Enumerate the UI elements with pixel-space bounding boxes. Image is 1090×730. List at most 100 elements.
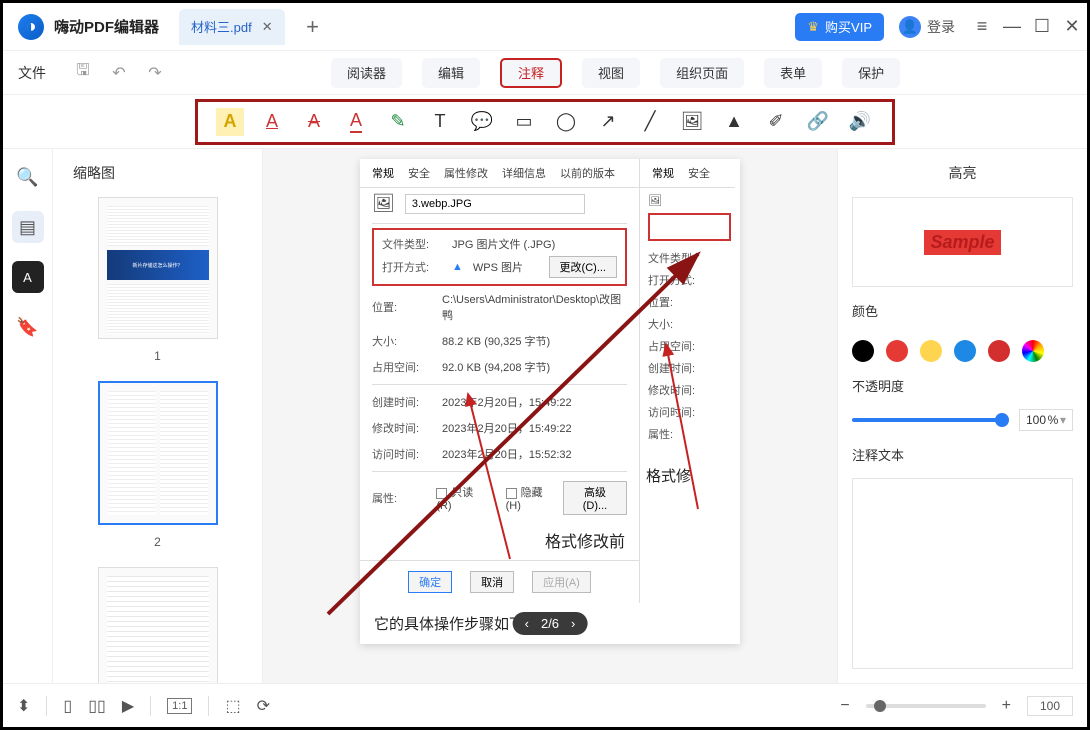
tab-general[interactable]: 常规	[372, 165, 394, 181]
minimize-button[interactable]: —	[997, 12, 1027, 42]
sample-preview: Sample	[852, 197, 1073, 287]
change-button[interactable]: 更改(C)...	[549, 256, 617, 278]
single-page-icon[interactable]: ▯	[63, 696, 72, 716]
page-content: 常规 安全 属性修改 详细信息 以前的版本 🖼 文件类型:JPG 图片文件 (.…	[360, 159, 740, 644]
save-icon[interactable]: 🖫	[69, 59, 97, 87]
tab-prev[interactable]: 以前的版本	[560, 165, 615, 181]
play-icon[interactable]: ▶	[122, 696, 134, 716]
swatch-darkred[interactable]	[988, 340, 1010, 362]
tab-attr[interactable]: 属性修改	[444, 165, 488, 181]
thumbnail-page-2[interactable]	[98, 381, 218, 525]
menu-icon[interactable]: ≡	[967, 12, 997, 42]
zoom-value[interactable]: 100	[1027, 696, 1073, 716]
note-label: 注释文本	[852, 445, 1073, 464]
underline-tool[interactable]: A	[258, 108, 286, 136]
sample-text: Sample	[924, 230, 1000, 255]
document-tab[interactable]: 材料三.pdf ✕	[179, 9, 285, 45]
tab-security[interactable]: 安全	[408, 165, 430, 181]
add-tab-button[interactable]: +	[295, 9, 331, 45]
highlighted-filetype-box: 文件类型:JPG 图片文件 (.JPG) 打开方式:▲WPS 图片更改(C)..…	[372, 228, 627, 286]
mode-reader[interactable]: 阅读器	[331, 58, 402, 88]
search-icon[interactable]: 🔍	[12, 161, 44, 193]
maximize-button[interactable]: ☐	[1027, 12, 1057, 42]
prev-page-icon[interactable]: ‹	[525, 616, 529, 631]
fit-width-icon[interactable]: ⬍	[17, 696, 30, 716]
filename-field[interactable]	[405, 194, 585, 214]
close-tab-icon[interactable]: ✕	[262, 19, 273, 35]
login-label: 登录	[927, 17, 955, 37]
tool-group-highlighted: A A A A ✎ T 💬 ▭ ◯ ↗ ╱ 🖼 ▲ ✐ 🔗 🔊	[195, 99, 895, 145]
user-icon: 👤	[899, 16, 921, 38]
cancel-button[interactable]: 取消	[470, 571, 514, 593]
signature-tool[interactable]: ✐	[762, 108, 790, 136]
close-window-button[interactable]: ✕	[1057, 12, 1087, 42]
mode-protect[interactable]: 保护	[842, 58, 900, 88]
image-tool[interactable]: 🖼	[678, 108, 706, 136]
ratio-button[interactable]: 1:1	[167, 698, 192, 714]
mode-view[interactable]: 视图	[582, 58, 640, 88]
stamp-tool[interactable]: ▲	[720, 108, 748, 136]
tab-label: 材料三.pdf	[191, 17, 252, 36]
swatch-red[interactable]	[886, 340, 908, 362]
bookmark-icon[interactable]: 🔖	[12, 311, 44, 343]
vip-label: 购买VIP	[825, 17, 872, 36]
pencil-tool[interactable]: ✎	[384, 108, 412, 136]
mode-organize[interactable]: 组织页面	[660, 58, 744, 88]
crown-icon: ♛	[807, 19, 819, 35]
next-page-icon[interactable]: ›	[571, 616, 575, 631]
redo-icon[interactable]: ↷	[141, 59, 169, 87]
rectangle-tool[interactable]: ▭	[510, 108, 538, 136]
side-rail: 🔍 ▤ A 🔖	[3, 149, 53, 683]
two-page-icon[interactable]: ▯▯	[88, 696, 106, 716]
strikethrough-tool[interactable]: A	[300, 108, 328, 136]
zoom-out-icon[interactable]: −	[840, 697, 849, 715]
thumbnails-title: 缩略图	[73, 163, 252, 183]
swatch-blue[interactable]	[954, 340, 976, 362]
circle-tool[interactable]: ◯	[552, 108, 580, 136]
link-tool[interactable]: 🔗	[804, 108, 832, 136]
rotate-icon[interactable]: ⟳	[257, 696, 270, 716]
mode-form[interactable]: 表单	[764, 58, 822, 88]
ok-button[interactable]: 确定	[408, 571, 452, 593]
undo-icon[interactable]: ↶	[105, 59, 133, 87]
document-canvas[interactable]: 常规 安全 属性修改 详细信息 以前的版本 🖼 文件类型:JPG 图片文件 (.…	[263, 149, 837, 683]
text-tool[interactable]: T	[426, 108, 454, 136]
buy-vip-button[interactable]: ♛ 购买VIP	[795, 13, 884, 41]
squiggly-tool[interactable]: A	[342, 108, 370, 136]
page-navigator[interactable]: ‹ 2/6 ›	[513, 612, 588, 635]
swatch-custom[interactable]	[1022, 340, 1044, 362]
zoom-slider[interactable]	[866, 704, 986, 708]
thumbnail-page-3[interactable]	[98, 567, 218, 683]
app-logo: ◑	[18, 14, 44, 40]
line-tool[interactable]: ╱	[636, 108, 664, 136]
apply-button[interactable]: 应用(A)	[532, 571, 591, 593]
tab-detail[interactable]: 详细信息	[502, 165, 546, 181]
zoom-in-icon[interactable]: +	[1002, 697, 1011, 715]
title-bar: ◑ 嗨动PDF编辑器 材料三.pdf ✕ + ♛ 购买VIP 👤 登录 ≡ — …	[3, 3, 1087, 51]
thumbnails-icon[interactable]: ▤	[12, 211, 44, 243]
menu-bar: 文件 🖫 ↶ ↷ 阅读器 编辑 注释 视图 组织页面 表单 保护	[3, 51, 1087, 95]
opacity-label: 不透明度	[852, 376, 1073, 395]
thumbnail-page-1[interactable]: 新片存储这怎么操作？	[98, 197, 218, 339]
annotation-text-area[interactable]	[852, 478, 1073, 669]
audio-tool[interactable]: 🔊	[846, 108, 874, 136]
login-button[interactable]: 👤 登录	[899, 16, 955, 38]
thumb-2-number: 2	[63, 535, 252, 549]
color-swatches	[852, 340, 1073, 362]
crop-icon[interactable]: ⬚	[225, 696, 240, 716]
swatch-black[interactable]	[852, 340, 874, 362]
highlight-tool[interactable]: A	[216, 108, 244, 136]
advanced-button[interactable]: 高级(D)...	[563, 481, 627, 515]
note-tool[interactable]: 💬	[468, 108, 496, 136]
arrow-tool[interactable]: ↗	[594, 108, 622, 136]
swatch-yellow[interactable]	[920, 340, 942, 362]
text-panel-icon[interactable]: A	[12, 261, 44, 293]
mode-edit[interactable]: 编辑	[422, 58, 480, 88]
opacity-slider[interactable]	[852, 418, 1009, 422]
file-menu[interactable]: 文件	[18, 63, 46, 83]
thumb-1-number: 1	[63, 349, 252, 363]
app-title: 嗨动PDF编辑器	[54, 16, 159, 37]
mode-annotate[interactable]: 注释	[500, 58, 562, 88]
color-label: 颜色	[852, 301, 1073, 320]
opacity-value[interactable]: 100%▾	[1019, 409, 1073, 431]
